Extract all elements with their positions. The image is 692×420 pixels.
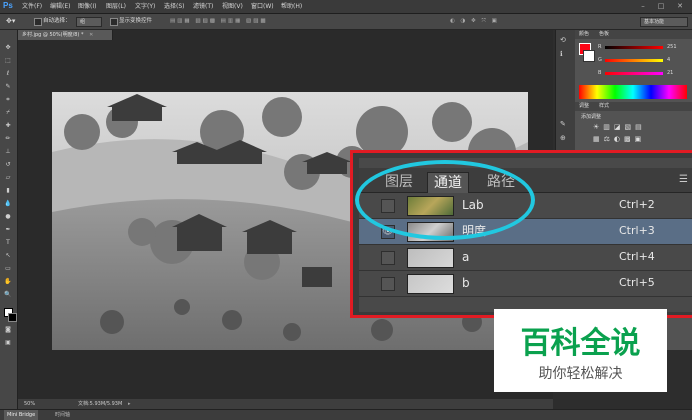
menu-view[interactable]: 视图(V) xyxy=(222,0,243,13)
close-tab-icon[interactable]: ✕ xyxy=(89,32,93,38)
photoshop-logo: Ps xyxy=(3,1,13,10)
type-tool-icon[interactable]: T xyxy=(3,239,13,247)
adjust-panel-tabs: 调整 样式 xyxy=(575,102,692,111)
pen-tool-icon[interactable]: ✒ xyxy=(3,226,13,234)
annotation-ellipse xyxy=(355,160,535,240)
quick-select-tool-icon[interactable]: ✎ xyxy=(3,83,13,91)
channel-row[interactable]: a Ctrl+4 xyxy=(359,245,692,271)
status-bar: 50% 文档:5.93M/5.93M ▸ xyxy=(18,399,553,409)
tab-swatches[interactable]: 色板 xyxy=(599,30,609,38)
channel-shortcut: Ctrl+2 xyxy=(619,198,655,211)
minimize-icon[interactable]: – xyxy=(636,1,650,11)
document-tab-title: 乡村.jpg @ 50%(明度/8) * xyxy=(22,32,84,38)
brush-panel-icon[interactable]: ✎ xyxy=(560,120,566,128)
watermark-subtitle: 助你轻松解决 xyxy=(538,366,623,382)
marquee-tool-icon[interactable]: ⬚ xyxy=(3,57,13,65)
menu-file[interactable]: 文件(F) xyxy=(22,0,42,13)
hand-tool-icon[interactable]: ✋ xyxy=(3,278,13,286)
zoom-tool-icon[interactable]: 🔍 xyxy=(3,291,13,299)
healing-tool-icon[interactable]: ✚ xyxy=(3,122,13,130)
panel-menu-icon[interactable]: ☰ xyxy=(679,174,688,185)
move-tool-icon[interactable]: ✥ xyxy=(3,44,13,52)
stamp-tool-icon[interactable]: ⊥ xyxy=(3,148,13,156)
auto-select-checkbox[interactable] xyxy=(34,18,42,26)
tab-adjustments[interactable]: 调整 xyxy=(579,102,589,110)
menu-select[interactable]: 选择(S) xyxy=(164,0,185,13)
channel-label-g: G xyxy=(598,57,602,63)
quick-mask-icon[interactable]: ◙ xyxy=(3,326,13,334)
menu-image[interactable]: 图像(I) xyxy=(78,0,96,13)
menu-filter[interactable]: 滤镜(T) xyxy=(193,0,213,13)
menu-type[interactable]: 文字(Y) xyxy=(135,0,155,13)
watermark-title: 百科全说 xyxy=(520,326,641,361)
3d-mode-icons[interactable]: ◐ ◑ ✥ ⤧ ▣ xyxy=(450,14,499,29)
tab-color[interactable]: 颜色 xyxy=(579,30,589,38)
lasso-tool-icon[interactable]: ℓ xyxy=(3,70,13,78)
document-size: 文档:5.93M/5.93M xyxy=(78,401,123,407)
color-spectrum[interactable] xyxy=(579,85,687,99)
visibility-toggle[interactable] xyxy=(381,251,395,265)
channel-name: b xyxy=(462,276,470,290)
maximize-icon[interactable]: □ xyxy=(654,1,668,11)
channel-shortcut: Ctrl+5 xyxy=(619,276,655,289)
close-icon[interactable]: ✕ xyxy=(673,1,687,11)
channel-label-b: B xyxy=(598,70,602,76)
show-transform-label: 显示变换控件 xyxy=(119,18,153,24)
channel-label-r: R xyxy=(598,44,602,50)
adjustment-icons-row-1[interactable]: ☀▥◪▧▤ xyxy=(593,123,646,131)
auto-select-dropdown[interactable]: 组 xyxy=(76,17,102,27)
b-slider[interactable] xyxy=(605,72,663,75)
shape-tool-icon[interactable]: ▭ xyxy=(3,265,13,273)
crop-tool-icon[interactable]: ⌗ xyxy=(3,96,13,104)
bottom-panel-bar: Mini Bridge 时间轴 xyxy=(0,409,692,420)
r-slider[interactable] xyxy=(605,46,663,49)
menu-edit[interactable]: 编辑(E) xyxy=(50,0,70,13)
options-bar: ✥▾ 自动选择： 组 显示变换控件 ▤▥▦ ▧▨▩ ▤▥▦ ▧▨▩ ◐ ◑ ✥ … xyxy=(0,14,692,30)
color-panel-tabs: 颜色 色板 xyxy=(575,30,692,39)
menu-bar: Ps 文件(F) 编辑(E) 图像(I) 图层(L) 文字(Y) 选择(S) 滤… xyxy=(0,0,692,14)
channel-thumbnail xyxy=(407,274,454,294)
channel-name: a xyxy=(462,250,470,264)
eraser-tool-icon[interactable]: ▱ xyxy=(3,174,13,182)
move-tool-icon[interactable]: ✥▾ xyxy=(6,14,15,29)
background-swatch[interactable] xyxy=(583,50,595,62)
menu-help[interactable]: 帮助(H) xyxy=(281,0,302,13)
channel-value-r[interactable]: 251 xyxy=(667,43,677,51)
zoom-level[interactable]: 50% xyxy=(24,399,35,409)
auto-select-label: 自动选择： xyxy=(43,18,71,24)
g-slider[interactable] xyxy=(605,59,663,62)
screen-mode-icon[interactable]: ▣ xyxy=(3,339,13,347)
tab-styles[interactable]: 样式 xyxy=(599,102,609,110)
eyedropper-tool-icon[interactable]: ⌿ xyxy=(3,109,13,117)
document-tab[interactable]: 乡村.jpg @ 50%(明度/8) * ✕ xyxy=(18,30,113,40)
clone-source-icon[interactable]: ⊕ xyxy=(560,134,566,142)
visibility-toggle[interactable] xyxy=(381,277,395,291)
channel-value-g[interactable]: 4 xyxy=(667,56,670,64)
properties-icon[interactable]: ℹ xyxy=(560,50,563,58)
path-select-tool-icon[interactable]: ↖ xyxy=(3,252,13,260)
dodge-tool-icon[interactable]: ● xyxy=(3,213,13,221)
blur-tool-icon[interactable]: 💧 xyxy=(3,200,13,208)
menu-window[interactable]: 窗口(W) xyxy=(251,0,274,13)
history-icon[interactable]: ⟲ xyxy=(560,36,566,44)
menu-layer[interactable]: 图层(L) xyxy=(106,0,126,13)
channel-shortcut: Ctrl+3 xyxy=(619,224,655,237)
add-adjustment-title: 添加调整 xyxy=(581,114,602,120)
align-icons[interactable]: ▤▥▦ ▧▨▩ ▤▥▦ ▧▨▩ xyxy=(170,14,268,29)
channel-row[interactable]: b Ctrl+5 xyxy=(359,271,692,297)
brush-tool-icon[interactable]: ✏ xyxy=(3,135,13,143)
workspace-dropdown[interactable]: 基本功能 xyxy=(640,17,688,27)
watermark-logo: 百科全说 助你轻松解决 xyxy=(494,309,667,392)
show-transform-checkbox[interactable] xyxy=(110,18,118,26)
channel-shortcut: Ctrl+4 xyxy=(619,250,655,263)
gradient-tool-icon[interactable]: ▮ xyxy=(3,187,13,195)
history-brush-tool-icon[interactable]: ↺ xyxy=(3,161,13,169)
background-color-swatch[interactable] xyxy=(8,313,17,322)
channel-value-b[interactable]: 21 xyxy=(667,69,673,77)
tools-panel: ✥ ⬚ ℓ ✎ ⌗ ⌿ ✚ ✏ ⊥ ↺ ▱ ▮ 💧 ● ✒ T ↖ ▭ ✋ 🔍 … xyxy=(0,30,18,410)
adjustment-icons-row-2[interactable]: ▦⚖◐▩▣ xyxy=(593,135,645,143)
status-arrow-icon[interactable]: ▸ xyxy=(128,399,131,409)
channel-thumbnail xyxy=(407,248,454,268)
